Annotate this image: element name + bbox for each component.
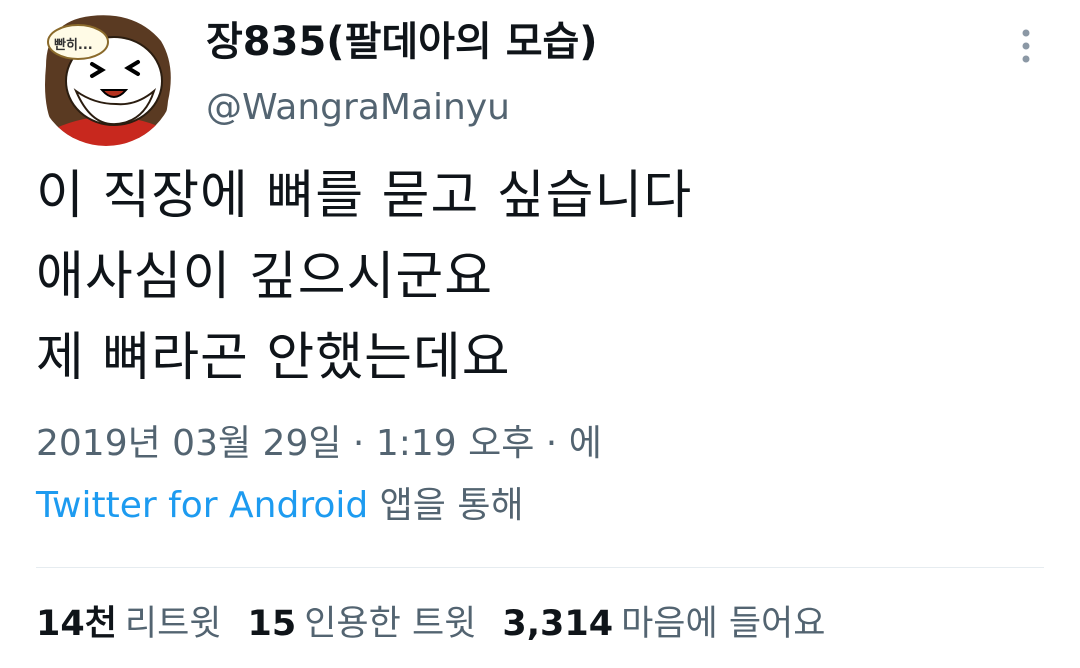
quote-tweets-stat[interactable]: 15 인용한 트윗 (248, 598, 477, 650)
likes-label: 마음에 들어요 (621, 604, 826, 644)
avatar-image (45, 15, 171, 146)
meta-suffix: 에 (568, 423, 602, 464)
display-name[interactable]: 장835(팔데아의 모습) (206, 16, 598, 68)
meta-separator: · (341, 423, 376, 464)
tweet-time: 1:19 오후 (375, 423, 535, 464)
source-suffix: 앱을 통해 (368, 485, 524, 526)
quote-tweets-count: 15 (247, 604, 297, 644)
meta-separator: · (534, 423, 569, 464)
tweet-line: 애사심이 깊으시군요 (36, 247, 494, 307)
tweet-line: 제 뼈라곤 안했는데요 (36, 328, 511, 388)
divider (36, 567, 1044, 568)
likes-stat[interactable]: 3,314 마음에 들어요 (502, 598, 825, 650)
tweet-date: 2019년 03월 29일 (36, 423, 342, 464)
engagement-stats: 14천 리트윗 15 인용한 트윗 3,314 마음에 들어요 (36, 598, 851, 650)
user-handle[interactable]: @WangraMainyu (206, 84, 510, 132)
likes-count: 3,314 (502, 604, 614, 644)
quote-tweets-label: 인용한 트윗 (304, 604, 477, 644)
tweet-timestamp[interactable]: 2019년 03월 29일 · 1:19 오후 · 에 (36, 418, 602, 470)
source-app-link[interactable]: Twitter for Android (36, 485, 368, 526)
avatar-caption: 빤히... (54, 38, 93, 53)
avatar[interactable]: 빤히... (36, 6, 176, 146)
tweet-line: 이 직장에 뼈를 묻고 싶습니다 (36, 166, 693, 226)
tweet-source: Twitter for Android 앱을 통해 (36, 478, 524, 534)
retweets-label: 리트윗 (124, 604, 222, 644)
more-options-button[interactable] (1004, 20, 1048, 72)
retweets-stat[interactable]: 14천 리트윗 (36, 598, 222, 650)
more-vertical-icon (1022, 29, 1030, 63)
retweets-count: 14천 (36, 604, 117, 644)
tweet-text: 이 직장에 뼈를 묻고 싶습니다 애사심이 깊으시군요 제 뼈라곤 안했는데요 (36, 156, 1046, 399)
